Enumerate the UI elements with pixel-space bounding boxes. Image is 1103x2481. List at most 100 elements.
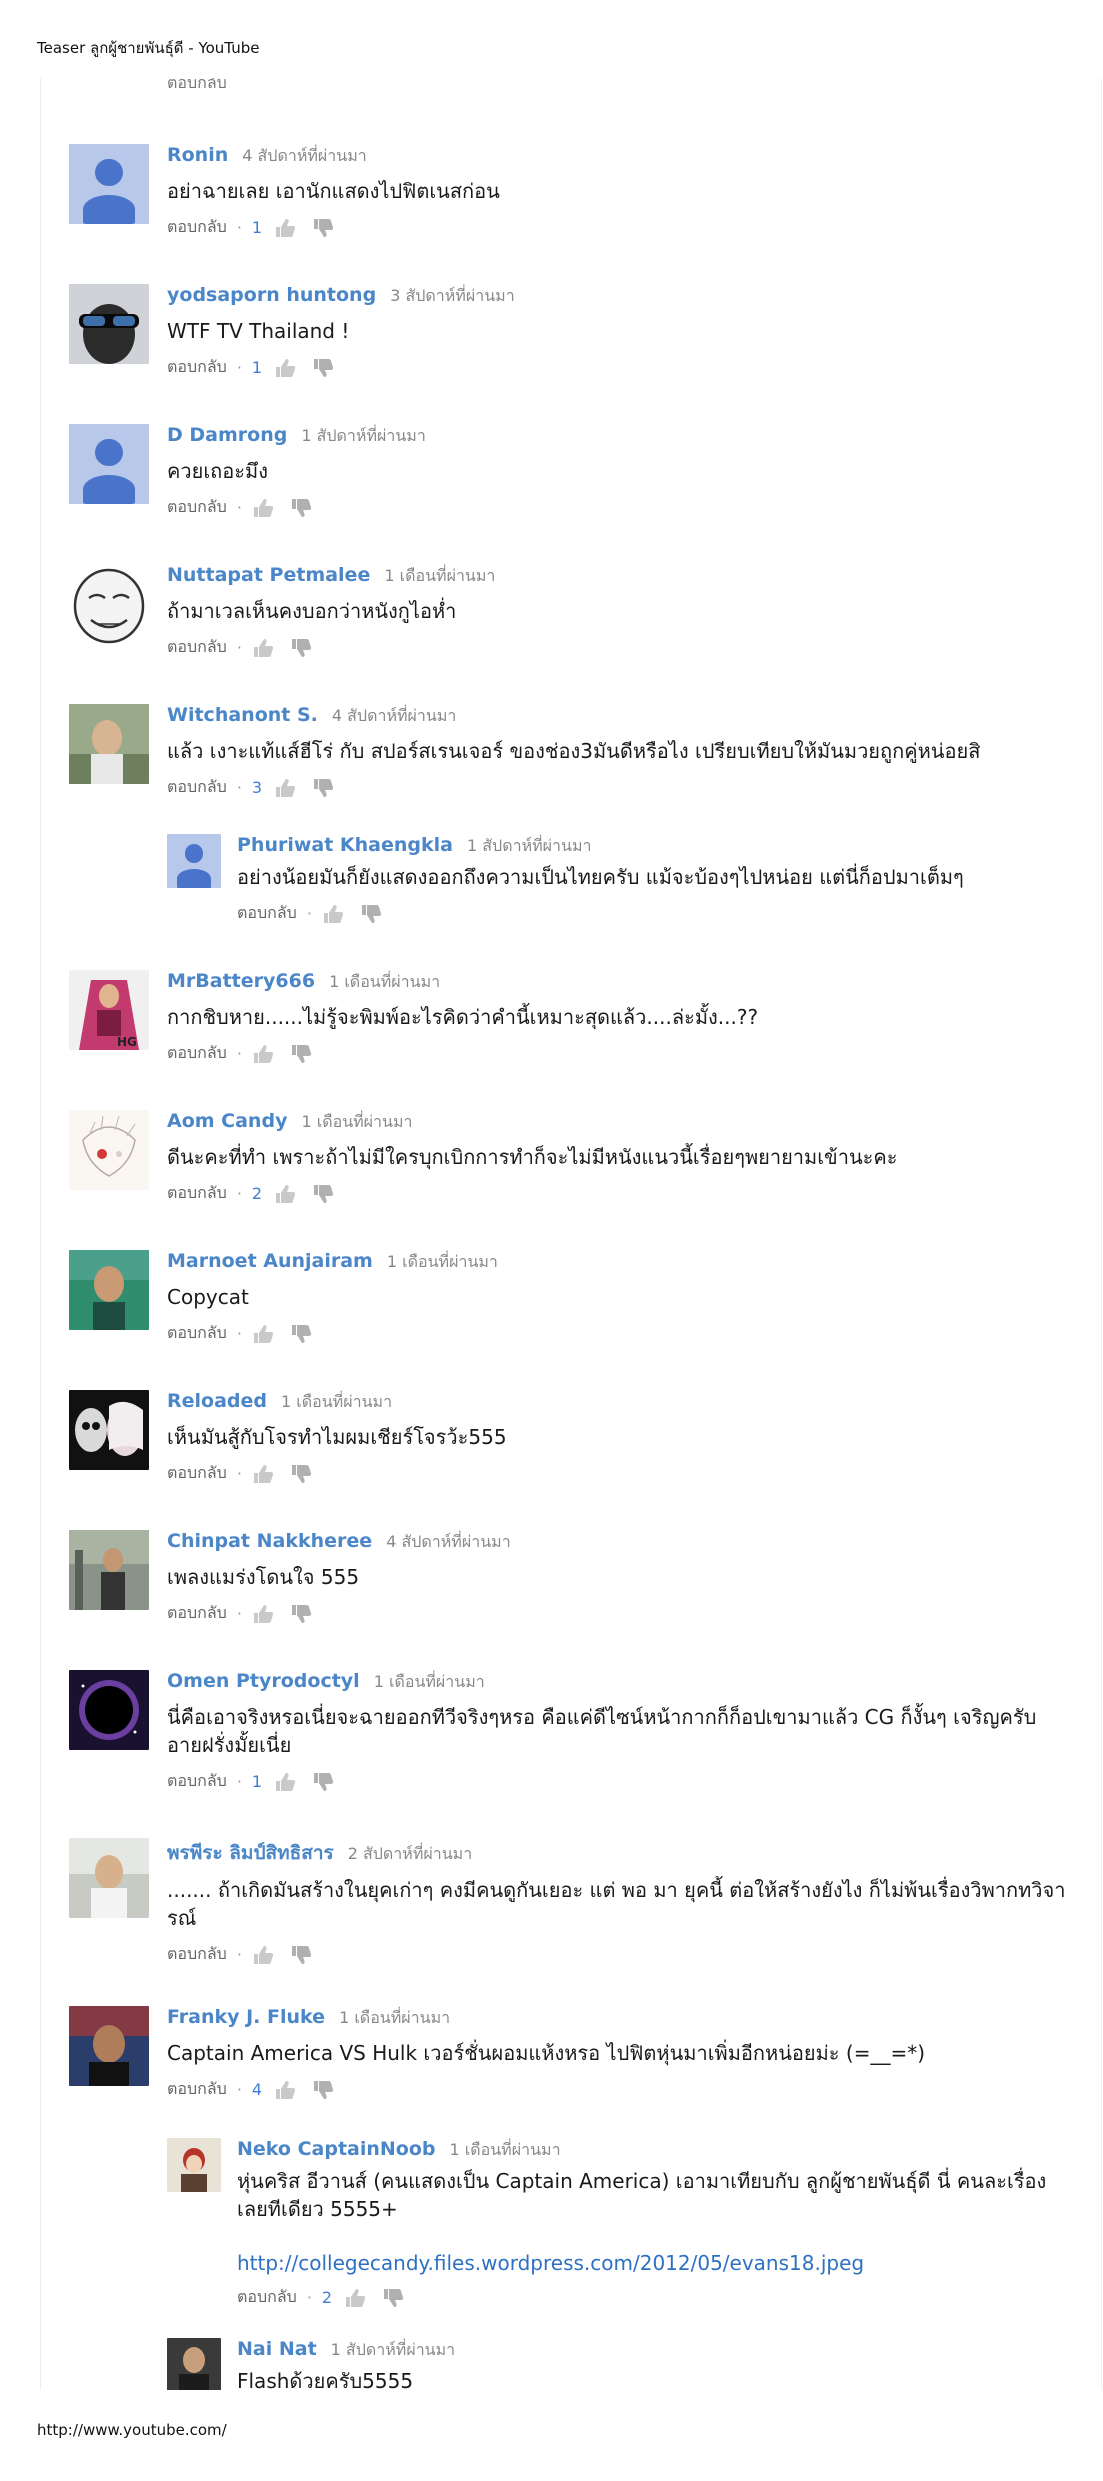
thumbs-up-icon[interactable]	[252, 1945, 274, 1965]
comment-link[interactable]: http://collegecandy.files.wordpress.com/…	[237, 2251, 1069, 2275]
thumbs-down-icon[interactable]	[290, 638, 312, 658]
comment-time[interactable]: 2 สัปดาห์ที่ผ่านมา	[348, 1842, 472, 1867]
comment-author[interactable]: Nai Nat	[237, 2338, 317, 2360]
reply-button[interactable]: ตอบกลับ	[167, 355, 227, 380]
thumbs-up-icon[interactable]	[252, 1604, 274, 1624]
avatar[interactable]	[167, 834, 221, 888]
comment-item: Ronin 4 สัปดาห์ที่ผ่านมา อย่าฉายเลย เอาน…	[69, 144, 1069, 240]
reply-button[interactable]: ตอบกลับ	[167, 2077, 227, 2102]
reply-button[interactable]: ตอบกลับ	[167, 1321, 227, 1346]
reply-button[interactable]: ตอบกลับ	[167, 1769, 227, 1794]
thumbs-down-icon[interactable]	[312, 1772, 334, 1792]
thumbs-up-icon[interactable]	[274, 218, 296, 238]
comment-author[interactable]: Reloaded	[167, 1390, 267, 1412]
thumbs-down-icon[interactable]	[312, 778, 334, 798]
thumbs-up-icon[interactable]	[322, 904, 344, 924]
comment-time[interactable]: 1 เดือนที่ผ่านมา	[339, 2006, 450, 2031]
reply-button[interactable]: ตอบกลับ	[237, 901, 297, 926]
comment-time[interactable]: 1 เดือนที่ผ่านมา	[329, 970, 440, 995]
thumbs-down-icon[interactable]	[290, 1324, 312, 1344]
comment-author[interactable]: Nuttapat Petmalee	[167, 564, 370, 586]
thumbs-up-icon[interactable]	[252, 1464, 274, 1484]
thumbs-up-icon[interactable]	[274, 2080, 296, 2100]
thumbs-down-icon[interactable]	[312, 358, 334, 378]
comment-time[interactable]: 1 สัปดาห์ที่ผ่านมา	[467, 834, 591, 859]
avatar[interactable]	[69, 144, 149, 224]
reply-button[interactable]: ตอบกลับ	[167, 775, 227, 800]
comment-time[interactable]: 4 สัปดาห์ที่ผ่านมา	[386, 1530, 510, 1555]
reply-button[interactable]: ตอบกลับ	[167, 78, 227, 96]
thumbs-up-icon[interactable]	[252, 1324, 274, 1344]
print-footer-url: http://www.youtube.com/	[37, 2421, 227, 2439]
avatar[interactable]	[167, 2138, 221, 2192]
thumbs-up-icon[interactable]	[252, 638, 274, 658]
avatar[interactable]	[69, 564, 149, 644]
avatar[interactable]	[69, 1250, 149, 1330]
thumbs-down-icon[interactable]	[382, 2288, 404, 2308]
comment-text: ควยเถอะมึง	[167, 459, 268, 483]
comment-author[interactable]: yodsaporn huntong	[167, 284, 376, 306]
thumbs-up-icon[interactable]	[274, 778, 296, 798]
comment-time[interactable]: 1 เดือนที่ผ่านมา	[301, 1110, 412, 1135]
avatar[interactable]	[69, 1110, 149, 1190]
avatar[interactable]	[69, 1670, 149, 1750]
thumbs-down-icon[interactable]	[290, 1604, 312, 1624]
comment-author[interactable]: Omen Ptyrodoctyl	[167, 1670, 360, 1692]
comment-author[interactable]: Aom Candy	[167, 1110, 287, 1132]
avatar[interactable]	[69, 704, 149, 784]
comment-author[interactable]: Ronin	[167, 144, 228, 166]
comment-author[interactable]: พรพีระ ลิมป์สิทธิสาร	[167, 1838, 334, 1868]
reply-button[interactable]: ตอบกลับ	[167, 1181, 227, 1206]
reply-button[interactable]: ตอบกลับ	[167, 635, 227, 660]
comment-time[interactable]: 1 สัปดาห์ที่ผ่านมา	[301, 424, 425, 449]
comment-author[interactable]: Neko CaptainNoob	[237, 2138, 436, 2160]
comment-time[interactable]: 4 สัปดาห์ที่ผ่านมา	[242, 144, 366, 169]
avatar[interactable]	[69, 1530, 149, 1610]
avatar[interactable]	[69, 284, 149, 364]
comment-time[interactable]: 3 สัปดาห์ที่ผ่านมา	[390, 284, 514, 309]
avatar[interactable]	[69, 424, 149, 504]
comment-time[interactable]: 1 เดือนที่ผ่านมา	[384, 564, 495, 589]
comment-author[interactable]: MrBattery666	[167, 970, 315, 992]
comment-time[interactable]: 1 สัปดาห์ที่ผ่านมา	[331, 2338, 455, 2363]
reply-button[interactable]: ตอบกลับ	[167, 1041, 227, 1066]
comment-text: ถ้ามาเวลเห็นคงบอกว่าหนังกูไอห่ำ	[167, 599, 457, 623]
reply-button[interactable]: ตอบกลับ	[237, 2285, 297, 2310]
avatar[interactable]	[69, 1390, 149, 1470]
reply-button[interactable]: ตอบกลับ	[167, 215, 227, 240]
thumbs-down-icon[interactable]	[290, 1945, 312, 1965]
reply-button[interactable]: ตอบกลับ	[167, 1601, 227, 1626]
comment-author[interactable]: Franky J. Fluke	[167, 2006, 325, 2028]
thumbs-down-icon[interactable]	[312, 1184, 334, 1204]
thumbs-up-icon[interactable]	[274, 1184, 296, 1204]
avatar[interactable]	[69, 1838, 149, 1918]
thumbs-up-icon[interactable]	[274, 1772, 296, 1792]
reply-button[interactable]: ตอบกลับ	[167, 1461, 227, 1486]
thumbs-up-icon[interactable]	[252, 1044, 274, 1064]
thumbs-up-icon[interactable]	[274, 358, 296, 378]
thumbs-down-icon[interactable]	[290, 498, 312, 518]
comment-time[interactable]: 1 เดือนที่ผ่านมา	[450, 2138, 561, 2163]
reply-button[interactable]: ตอบกลับ	[167, 1942, 227, 1967]
thumbs-down-icon[interactable]	[312, 218, 334, 238]
thumbs-up-icon[interactable]	[252, 498, 274, 518]
comment-time[interactable]: 1 เดือนที่ผ่านมา	[387, 1250, 498, 1275]
comment-item: Franky J. Fluke 1 เดือนที่ผ่านมา Captain…	[69, 2006, 1069, 2102]
comment-author[interactable]: D Damrong	[167, 424, 287, 446]
comment-author[interactable]: Marnoet Aunjairam	[167, 1250, 373, 1272]
avatar[interactable]	[69, 2006, 149, 2086]
avatar[interactable]: HG	[69, 970, 149, 1050]
comment-author[interactable]: Witchanont S.	[167, 704, 318, 726]
comment-time[interactable]: 1 เดือนที่ผ่านมา	[281, 1390, 392, 1415]
comment-time[interactable]: 4 สัปดาห์ที่ผ่านมา	[332, 704, 456, 729]
thumbs-down-icon[interactable]	[290, 1464, 312, 1484]
avatar[interactable]	[167, 2338, 221, 2390]
comment-time[interactable]: 1 เดือนที่ผ่านมา	[374, 1670, 485, 1695]
thumbs-down-icon[interactable]	[290, 1044, 312, 1064]
thumbs-down-icon[interactable]	[312, 2080, 334, 2100]
comment-author[interactable]: Chinpat Nakkheree	[167, 1530, 372, 1552]
comment-author[interactable]: Phuriwat Khaengkla	[237, 834, 453, 856]
thumbs-up-icon[interactable]	[344, 2288, 366, 2308]
reply-button[interactable]: ตอบกลับ	[167, 495, 227, 520]
thumbs-down-icon[interactable]	[360, 904, 382, 924]
